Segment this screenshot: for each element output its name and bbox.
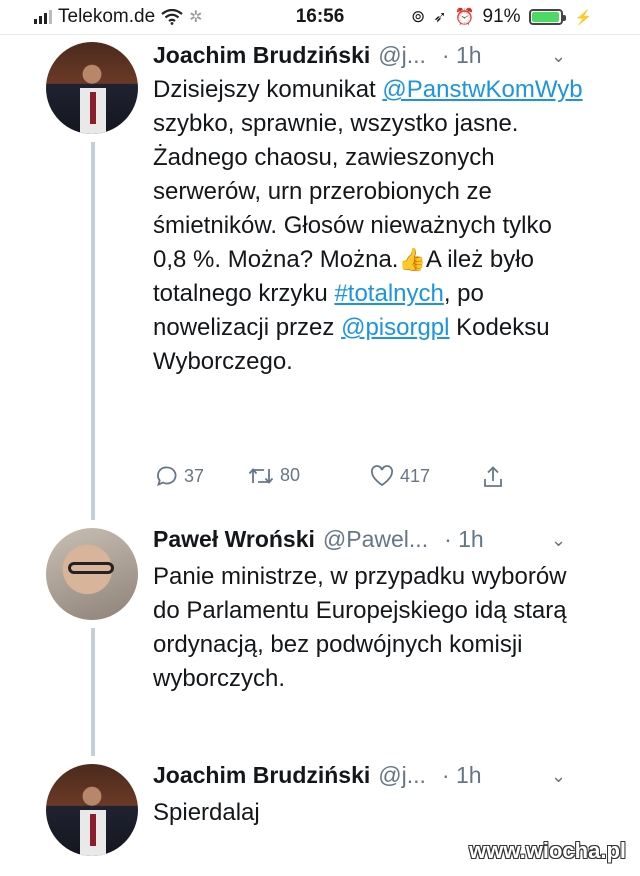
charging-icon: ⚡: [574, 8, 592, 25]
mention-link[interactable]: @pisorgpl: [341, 314, 449, 341]
chevron-down-icon[interactable]: ⌄: [551, 530, 566, 551]
author-name[interactable]: Joachim Brudziński: [153, 762, 370, 789]
thumbs-up-icon: 👍: [398, 247, 426, 272]
tweet-header: Joachim Brudziński @j... · 1h: [153, 42, 482, 69]
reply-button[interactable]: 37: [156, 465, 204, 487]
status-divider: [0, 34, 640, 35]
mention-link[interactable]: @PanstwKomWyb: [382, 76, 582, 103]
location-icon: ➶: [433, 9, 447, 26]
tweet-time[interactable]: · 1h: [444, 526, 484, 553]
tweet-time[interactable]: · 1h: [442, 762, 482, 789]
author-handle[interactable]: @j...: [378, 762, 426, 789]
author-name[interactable]: Joachim Brudziński: [153, 42, 370, 69]
chevron-down-icon[interactable]: ⌄: [551, 46, 566, 67]
status-bar: Telekom.de ✲ 16:56 ⊚ ➶ ⏰ 91% ⚡: [0, 0, 640, 34]
reply-count: 37: [184, 465, 205, 486]
share-icon: [484, 466, 502, 487]
battery-percent: 91%: [482, 6, 521, 27]
tweet-header: Joachim Brudziński @j... · 1h: [153, 762, 482, 789]
thread-line: [91, 142, 95, 520]
author-handle[interactable]: @j...: [378, 42, 426, 69]
reply-icon: [157, 466, 177, 487]
retweet-icon: [248, 467, 274, 484]
tweet-text: Dzisiejszy komunikat @PanstwKomWyb szybk…: [153, 73, 583, 379]
tweet-text: Spierdalaj: [153, 799, 260, 826]
tweet-actions: 37 80 417: [156, 465, 516, 495]
retweet-button[interactable]: 80: [248, 465, 300, 486]
chevron-down-icon[interactable]: ⌄: [551, 766, 566, 787]
thread-line: [91, 628, 95, 756]
like-button[interactable]: 417: [370, 465, 430, 487]
avatar[interactable]: [46, 528, 138, 620]
battery-icon: [528, 9, 566, 25]
hashtag-link[interactable]: #totalnych: [334, 280, 443, 307]
tweet-header: Paweł Wroński @Pawel... · 1h: [153, 526, 484, 553]
author-name[interactable]: Paweł Wroński: [153, 526, 315, 553]
text-segment: Dzisiejszy komunikat: [153, 76, 383, 103]
avatar[interactable]: [46, 42, 138, 134]
alarm-icon: ⏰: [454, 9, 475, 26]
status-right: ⊚ ➶ ⏰ 91% ⚡: [411, 6, 592, 28]
tweet-time[interactable]: · 1h: [442, 42, 482, 69]
avatar[interactable]: [46, 764, 138, 856]
screen-lock-icon: ⊚: [410, 7, 426, 26]
author-handle[interactable]: @Pawel...: [323, 526, 428, 553]
watermark: www.wiocha.pl: [469, 838, 626, 863]
like-count: 417: [400, 465, 431, 486]
retweet-count: 80: [280, 465, 301, 485]
share-button[interactable]: [482, 465, 504, 489]
heart-icon: [371, 465, 393, 487]
tweet-text: Panie ministrze, w przypadku wyborów do …: [153, 563, 567, 692]
